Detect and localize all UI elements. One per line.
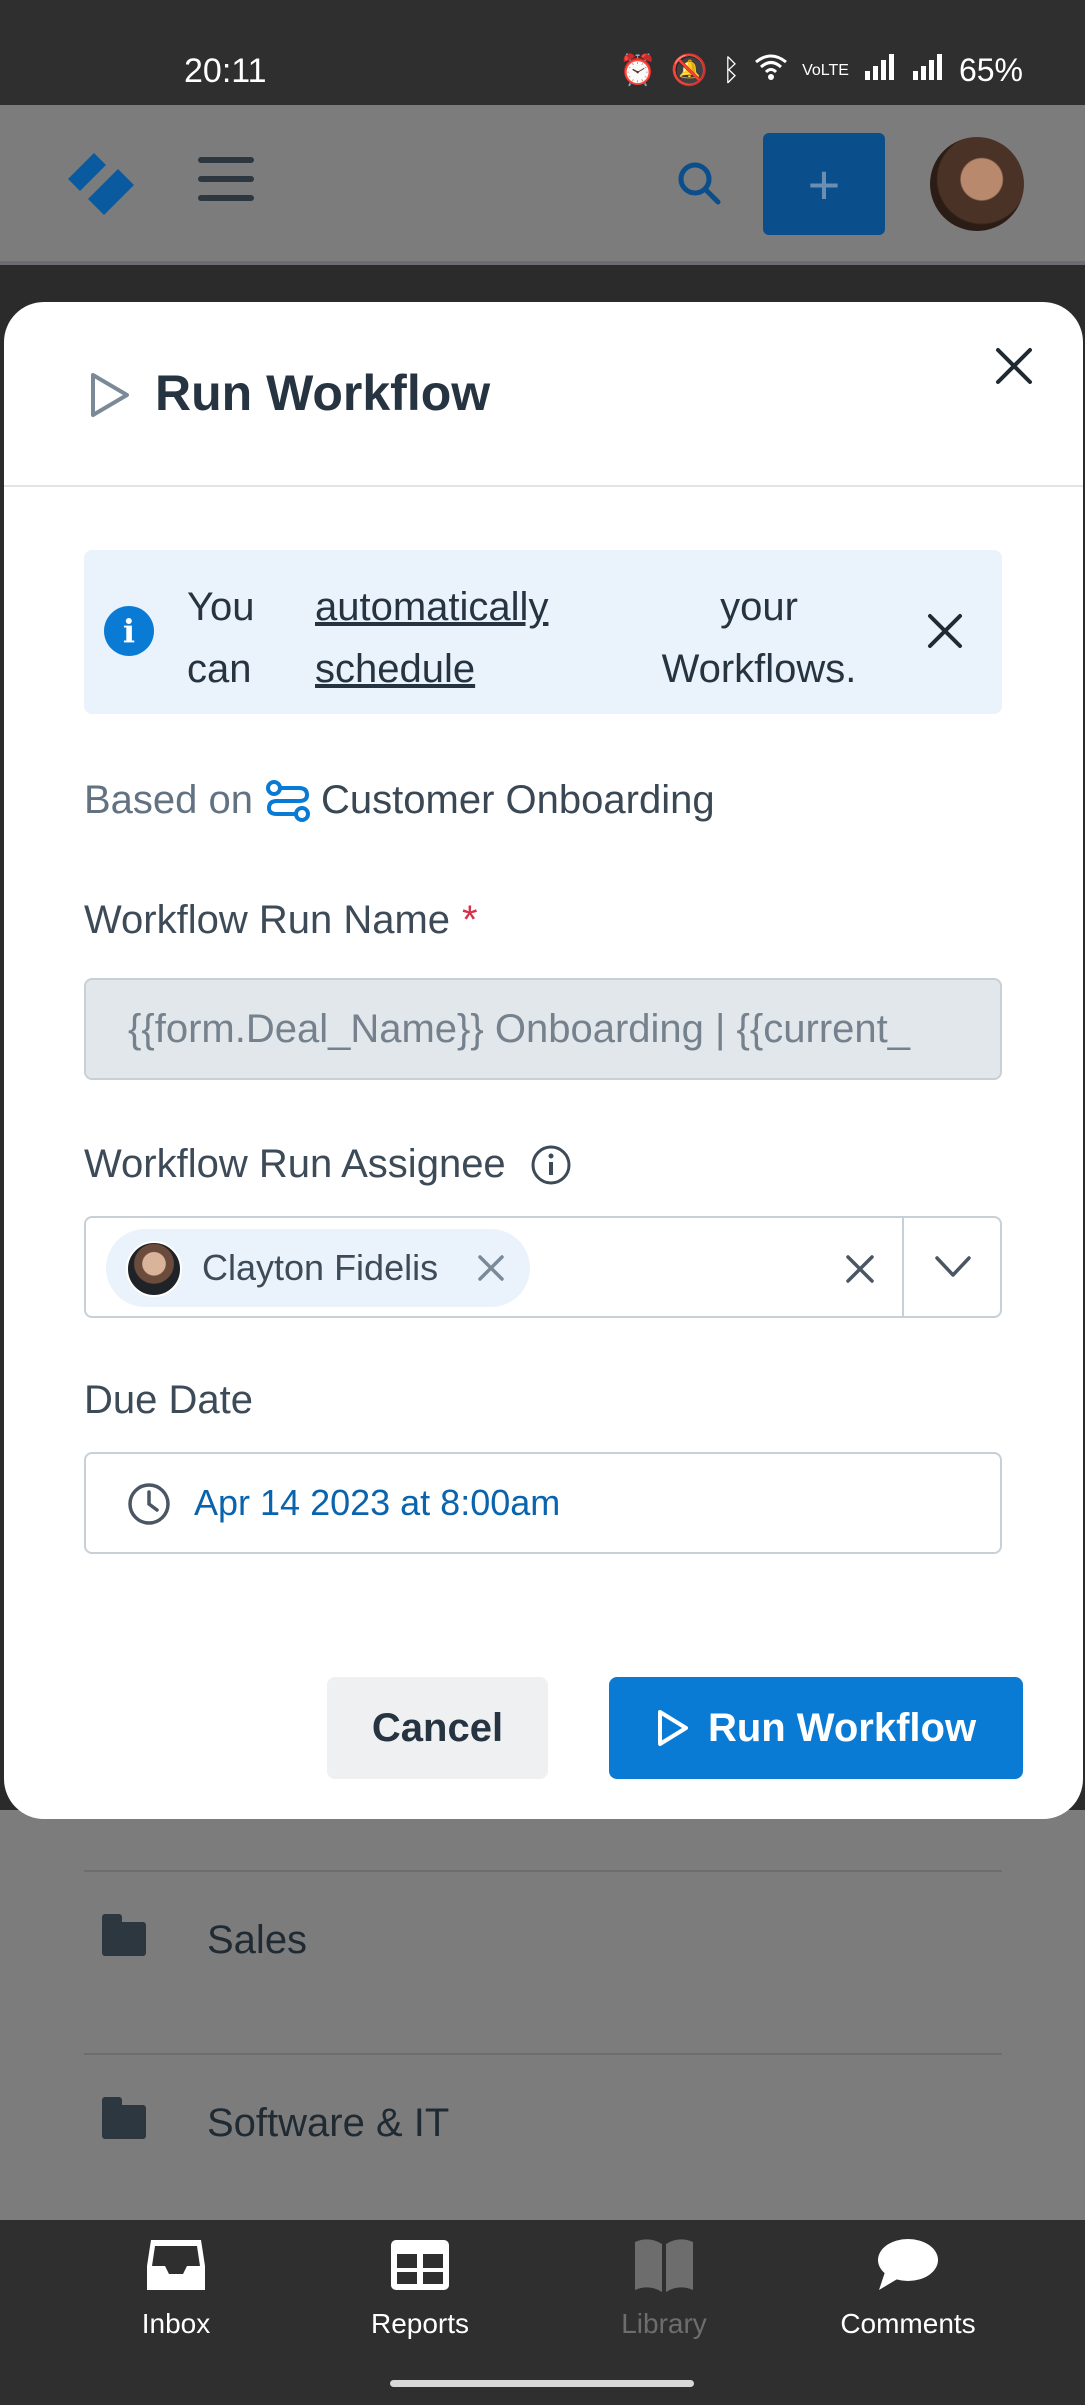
assignee-select[interactable]: Clayton Fidelis — [84, 1216, 1002, 1318]
divider — [84, 2053, 1002, 2055]
clear-icon[interactable] — [844, 1253, 876, 1285]
modal-header: Run Workflow — [4, 302, 1083, 487]
clock-icon — [128, 1483, 170, 1525]
assignee-label: Workflow Run Assignee — [84, 1142, 572, 1187]
banner-text-part2: your Workflows. — [661, 585, 857, 691]
based-on-info: Based on Customer Onboarding — [84, 778, 715, 823]
assignee-name: Clayton Fidelis — [202, 1247, 439, 1288]
avatar — [126, 1241, 182, 1297]
nav-comments[interactable]: Comments — [808, 2236, 1008, 2356]
info-icon[interactable] — [530, 1144, 572, 1186]
comments-icon — [878, 2239, 938, 2290]
background-list: Sales Software & IT — [0, 1810, 1085, 2220]
close-icon[interactable] — [990, 342, 1038, 390]
close-icon[interactable] — [924, 610, 966, 652]
library-icon — [635, 2239, 693, 2292]
assignee-chip: Clayton Fidelis — [106, 1229, 530, 1307]
nav-label: Comments — [840, 2308, 976, 2339]
nav-label: Inbox — [141, 2308, 211, 2339]
run-workflow-modal: Run Workflow i You can automatically sch… — [4, 302, 1083, 1819]
run-workflow-button[interactable]: Run Workflow — [609, 1677, 1023, 1779]
banner-text: You can automatically schedule your Work… — [187, 576, 877, 696]
app-header: + — [0, 105, 1085, 265]
folder-label: Sales — [207, 1918, 308, 1962]
folder-icon — [102, 2097, 146, 2139]
list-item[interactable]: Sales — [0, 1880, 1085, 2000]
run-workflow-button-label: Run Workflow — [707, 1705, 977, 1750]
divider — [84, 1870, 1002, 1872]
remove-assignee-icon[interactable] — [476, 1253, 506, 1283]
required-marker: * — [462, 898, 478, 942]
run-name-label-text: Workflow Run Name — [84, 898, 451, 942]
info-icon: i — [104, 606, 154, 656]
status-time: 20:11 — [184, 52, 267, 90]
app-logo-icon[interactable] — [60, 137, 145, 222]
status-icons: ⏰ 🔕 ᛒ VoLTE 65% — [619, 52, 1023, 89]
based-on-workflow-name[interactable]: Customer Onboarding — [321, 778, 715, 823]
due-date-label-text: Due Date — [84, 1378, 253, 1422]
run-name-input[interactable]: {{form.Deal_Name}} Onboarding | {{curren… — [84, 978, 1002, 1080]
nav-label: Reports — [370, 2308, 470, 2339]
based-on-label: Based on — [84, 778, 254, 822]
divider — [902, 1218, 904, 1316]
signal-icon — [911, 53, 945, 89]
reports-icon — [391, 2240, 449, 2290]
due-date-value: Apr 14 2023 at 8:00am — [194, 1482, 561, 1523]
signal-icon — [863, 53, 897, 89]
bluetooth-icon: ᛒ — [722, 53, 741, 87]
play-icon — [657, 1710, 688, 1746]
play-icon — [91, 373, 129, 417]
bottom-nav: Inbox Reports Library Comments — [0, 2220, 1085, 2405]
chevron-down-icon[interactable] — [934, 1254, 972, 1280]
schedule-info-banner: i You can automatically schedule your Wo… — [84, 550, 1002, 714]
add-button[interactable]: + — [763, 133, 885, 235]
folder-icon — [102, 1914, 146, 1956]
workflow-icon — [266, 779, 311, 822]
run-name-label: Workflow Run Name * — [84, 898, 478, 943]
modal-title: Run Workflow — [155, 365, 491, 421]
volte-icon: VoLTE — [802, 61, 849, 79]
menu-icon[interactable] — [198, 157, 254, 201]
nav-reports[interactable]: Reports — [320, 2236, 520, 2356]
assignee-label-text: Workflow Run Assignee — [84, 1142, 506, 1186]
due-date-label: Due Date — [84, 1378, 253, 1423]
cancel-button-label: Cancel — [371, 1705, 504, 1750]
cancel-button[interactable]: Cancel — [327, 1677, 548, 1779]
alarm-icon: ⏰ — [619, 54, 657, 87]
nav-inbox[interactable]: Inbox — [76, 2236, 276, 2356]
nav-label: Library — [621, 2308, 707, 2339]
user-avatar[interactable] — [930, 137, 1024, 231]
schedule-link[interactable]: automatically schedule — [315, 576, 615, 700]
home-indicator[interactable] — [390, 2380, 694, 2387]
mute-icon: 🔕 — [670, 54, 709, 87]
nav-library[interactable]: Library — [564, 2236, 764, 2356]
battery-level: 65% — [958, 52, 1023, 88]
search-icon[interactable] — [676, 160, 722, 206]
status-bar: 20:11 ⏰ 🔕 ᛒ VoLTE 65% — [0, 0, 1085, 105]
due-date-input[interactable]: Apr 14 2023 at 8:00am — [84, 1452, 1002, 1554]
list-item[interactable]: Software & IT — [0, 2063, 1085, 2183]
inbox-icon — [147, 2240, 205, 2290]
wifi-icon — [754, 53, 788, 89]
banner-text-part1: You can — [187, 585, 255, 691]
folder-label: Software & IT — [207, 2101, 450, 2145]
